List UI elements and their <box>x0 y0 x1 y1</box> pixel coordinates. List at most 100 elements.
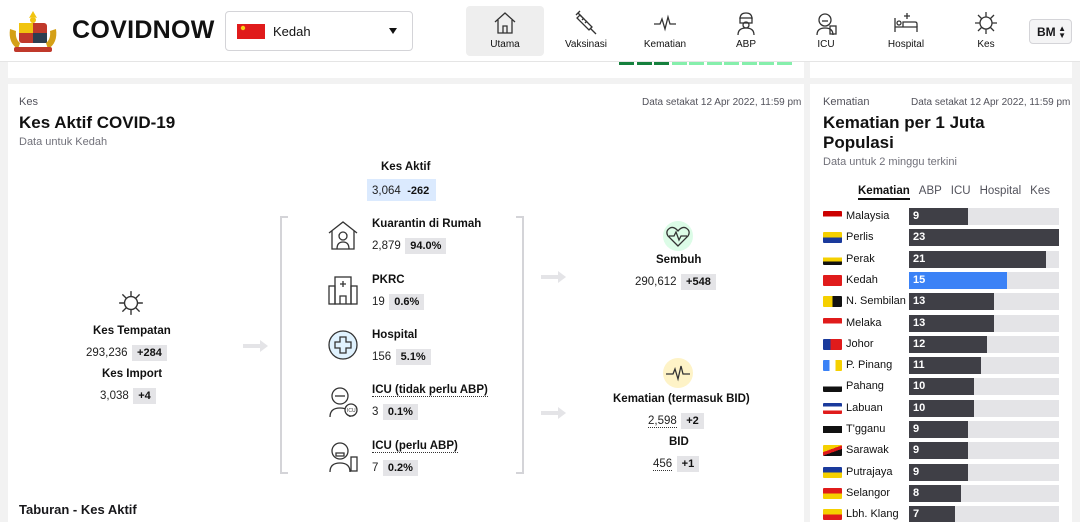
nav-kematian[interactable]: Kematian <box>626 6 704 56</box>
metric-tabs: Kematian ABP ICU Hospital Kes <box>858 181 1059 200</box>
bar-value: 23 <box>913 231 926 244</box>
tab-kes[interactable]: Kes <box>1030 185 1050 197</box>
tab-hospital[interactable]: Hospital <box>980 185 1022 197</box>
next-section-title: Taburan - Kes Aktif <box>19 502 137 517</box>
state-bar-row: Labuan 10 <box>823 399 1063 417</box>
category-value: 19 <box>372 296 385 308</box>
state-flag-icon <box>823 424 842 435</box>
icu-icon: ICU <box>329 387 358 418</box>
card-title: Kematian per 1 Juta Populasi <box>823 113 985 152</box>
kematian-label: Kematian (termasuk BID) <box>613 393 750 405</box>
kes-tempatan-value: 293,236 <box>86 347 128 359</box>
bar-track: 9 <box>909 463 1059 481</box>
nav-icu[interactable]: ICU <box>787 6 865 56</box>
updated-timestamp: Data setakat 12 Apr 2022, 11:59 pm <box>642 97 802 108</box>
state-bar-row: Kedah 15 <box>823 271 1063 289</box>
section-label: Kematian <box>823 96 870 108</box>
tab-abp[interactable]: ABP <box>919 185 942 197</box>
bar-track: 12 <box>909 335 1059 353</box>
nav-label: Hospital <box>887 39 925 50</box>
state-name: T'gganu <box>846 423 886 435</box>
nav-utama[interactable]: Utama <box>466 6 544 56</box>
category-value: 7 <box>372 462 379 474</box>
doctor-icon <box>737 12 755 36</box>
state-bar-row: P. Pinang 11 <box>823 357 1063 375</box>
nav-label: Utama <box>490 39 520 50</box>
arrow-right-icon <box>541 271 566 283</box>
state-name: Melaka <box>846 316 882 329</box>
category-value: 156 <box>372 351 392 363</box>
kes-import-value: 3,038 <box>100 390 129 402</box>
nav-abp[interactable]: ABP <box>707 6 785 56</box>
bar-value: 13 <box>913 316 926 329</box>
state-dropdown-value: Kedah <box>273 24 311 39</box>
arrow-right-icon <box>541 407 566 419</box>
category-row: 156 5.1% <box>372 347 431 365</box>
tab-icu[interactable]: ICU <box>951 185 971 197</box>
bar-track: 11 <box>909 357 1059 375</box>
category-label: PKRC <box>372 274 405 286</box>
kes-aktif-value-box: 3,064 -262 <box>367 179 437 201</box>
nav-hospital[interactable]: Hospital <box>867 6 945 56</box>
nav-label: Vaksinasi <box>564 39 608 50</box>
state-flag-icon <box>823 402 842 414</box>
language-value: BM <box>1037 25 1056 39</box>
progress-segment <box>759 62 774 65</box>
card-subtitle: Data untuk 2 minggu terkini <box>823 156 957 168</box>
bar-track: 9 <box>909 442 1059 460</box>
state-flag-icon <box>823 211 842 222</box>
death-heartbeat-icon <box>663 358 693 388</box>
deaths-per-million-card: Kematian Data setakat 12 Apr 2022, 11:59… <box>810 84 1072 522</box>
progress-segment <box>707 62 722 65</box>
bid-row: 456 +1 <box>653 454 700 472</box>
state-name: Selangor <box>846 486 891 499</box>
state-name: Johor <box>846 337 874 350</box>
card-subtitle: Data untuk Kedah <box>19 136 108 148</box>
category-label: ICU (perlu ABP) <box>372 440 458 453</box>
brand-title[interactable]: COVIDNOW <box>72 16 215 45</box>
tab-kematian[interactable]: Kematian <box>858 185 910 200</box>
bracket-right <box>516 216 524 474</box>
kes-import-delta: +4 <box>133 388 156 404</box>
state-flag-icon <box>823 296 842 308</box>
category-label: ICU (tidak perlu ABP) <box>372 384 488 397</box>
state-flag-icon <box>823 274 842 286</box>
nav-label: ICU <box>817 39 835 50</box>
state-bar-row: Malaysia 9 <box>823 208 1063 225</box>
state-flag-icon <box>823 445 842 457</box>
state-name: Sarawak <box>846 444 889 457</box>
bar-track: 10 <box>909 378 1059 396</box>
state-name: P. Pinang <box>846 359 893 372</box>
state-flag-icon <box>823 338 842 350</box>
bid-label: BID <box>669 436 689 448</box>
bar-track: 10 <box>909 399 1059 417</box>
virus-icon <box>119 291 143 315</box>
state-bar-row: Sarawak 9 <box>823 442 1063 460</box>
category-pct: 0.6% <box>389 294 425 310</box>
category-pct: 5.1% <box>395 349 431 365</box>
bar-value: 9 <box>913 210 920 222</box>
state-bar-row: Pahang 10 <box>823 378 1063 396</box>
nav-kes[interactable]: Kes <box>947 6 1025 56</box>
kematian-delta: +2 <box>681 413 704 429</box>
bar-value: 9 <box>913 465 920 478</box>
bar-track: 15 <box>909 271 1059 289</box>
progress-segment <box>777 62 792 65</box>
kematian-value: 2,598 <box>648 415 677 428</box>
bar-value: 10 <box>913 401 926 414</box>
category-row: 19 0.6% <box>372 292 425 310</box>
nav-label: Kes <box>977 39 995 50</box>
nav-vaksinasi[interactable]: Vaksinasi <box>547 6 625 56</box>
state-dropdown[interactable]: Kedah <box>225 11 413 51</box>
kes-aktif-delta: -262 <box>405 185 432 197</box>
language-select[interactable]: BM ▲ ▼ <box>1029 19 1072 44</box>
category-value: 2,879 <box>372 240 401 252</box>
state-flag-icon <box>823 232 842 244</box>
hospital-bed-icon <box>894 13 918 32</box>
bar-value: 7 <box>913 508 920 521</box>
progress-segment <box>689 62 704 65</box>
state-flag-icon <box>823 381 842 393</box>
bar-value: 15 <box>913 273 926 286</box>
progress-segment <box>619 62 634 65</box>
malaysia-coat-of-arms-logo[interactable] <box>6 9 60 53</box>
